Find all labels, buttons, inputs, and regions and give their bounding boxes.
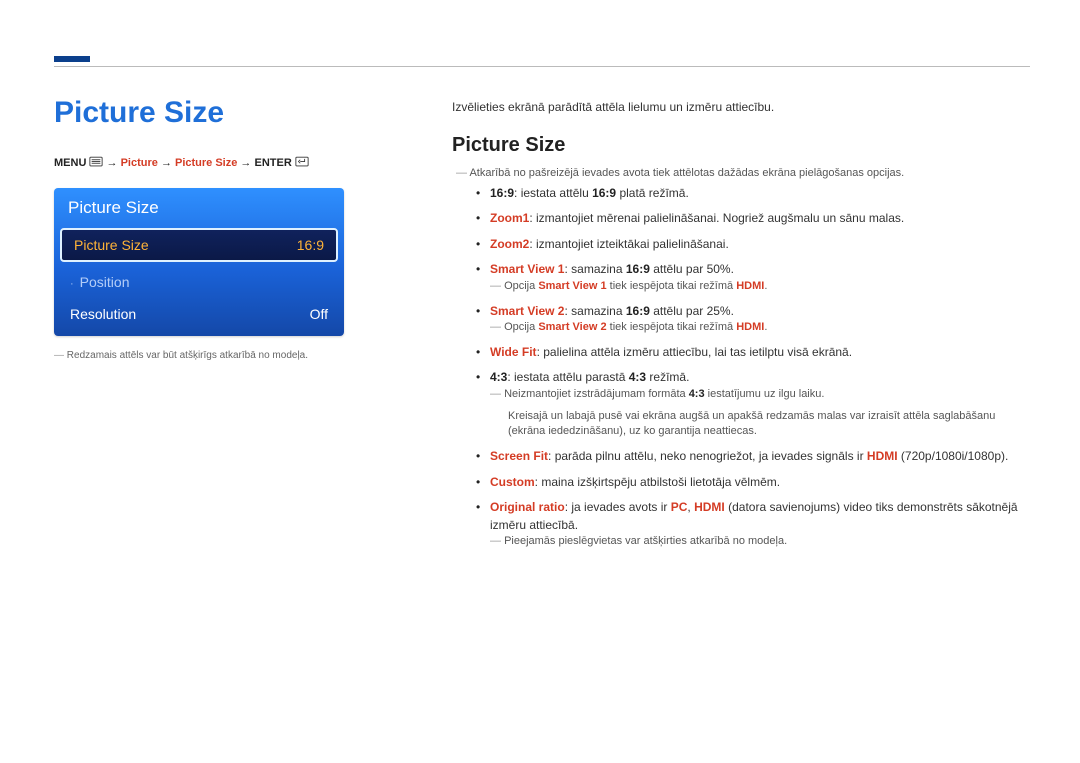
osd-row-label: Picture Size [74, 237, 149, 253]
breadcrumb-enter-label: ENTER [254, 157, 291, 169]
breadcrumb-sep-2: → [161, 157, 172, 169]
enter-icon [295, 156, 309, 170]
feature-4-3: 4:3: iestata attēlu parastā 4:3 režīmā. … [476, 369, 1030, 440]
feature-name: Smart View 2 [490, 304, 564, 318]
feature-custom: Custom: maina izšķirtspēju atbilstoši li… [476, 474, 1030, 491]
ports-note: Pieejamās pieslēgvietas var atšķirties a… [490, 534, 1030, 550]
feature-name: Screen Fit [490, 449, 548, 463]
feature-wide-fit: Wide Fit: palielina attēla izmēru attiec… [476, 344, 1030, 361]
section-note: Atkarībā no pašreizējā ievades avota tie… [456, 167, 1030, 179]
breadcrumb-menu-label: MENU [54, 157, 86, 169]
feature-name: Original ratio [490, 500, 565, 514]
left-column: Picture Size MENU → Picture → Picture Si… [54, 96, 344, 361]
menu-icon [89, 156, 103, 170]
breadcrumb: MENU → Picture → Picture Size → ENTER [54, 156, 344, 170]
osd-row-value: Off [310, 306, 328, 322]
feature-name: Custom [490, 475, 535, 489]
page-title: Picture Size [54, 96, 344, 130]
section-title: Picture Size [452, 134, 1030, 157]
smart-view-1-note: Opcija Smart View 1 tiek iespējota tikai… [490, 279, 1030, 295]
feature-zoom2: Zoom2: izmantojiet izteiktākai palielinā… [476, 236, 1030, 253]
feature-name: 4:3 [490, 370, 507, 384]
feature-smart-view-1: Smart View 1: samazina 16:9 attēlu par 5… [476, 261, 1030, 294]
right-column: Izvēlieties ekrānā parādītā attēla lielu… [452, 100, 1030, 558]
osd-row-value: 16:9 [297, 237, 324, 253]
feature-4-3-note: Neizmantojiet izstrādājumam formāta 4:3 … [490, 387, 1030, 403]
feature-name: Zoom1 [490, 211, 529, 225]
feature-original-ratio: Original ratio: ja ievades avots ir PC, … [476, 499, 1030, 550]
breadcrumb-sep-3: → [240, 157, 251, 169]
feature-name: Wide Fit [490, 345, 537, 359]
model-note: Redzamais attēls var būt atšķirīgs atkar… [54, 350, 344, 361]
header-mark [54, 56, 90, 62]
osd-row-position[interactable]: ·Position [54, 266, 344, 298]
feature-screen-fit: Screen Fit: parāda pilnu attēlu, neko ne… [476, 448, 1030, 465]
osd-footer [54, 330, 344, 336]
header-rule [54, 66, 1030, 67]
osd-row-picture-size[interactable]: Picture Size 16:9 [60, 228, 338, 262]
osd-panel: Picture Size Picture Size 16:9 ·Position… [54, 188, 344, 336]
feature-name: Zoom2 [490, 237, 529, 251]
osd-row-label: Resolution [70, 306, 136, 322]
feature-list: 16:9: iestata attēlu 16:9 platā režīmā. … [476, 185, 1030, 550]
feature-4-3-warning: Kreisajā un labajā pusē vai ekrāna augšā… [508, 409, 1030, 441]
feature-zoom1: Zoom1: izmantojiet mērenai palielināšana… [476, 210, 1030, 227]
osd-row-label: ·Position [70, 274, 129, 290]
osd-title: Picture Size [54, 188, 344, 228]
feature-16-9: 16:9: iestata attēlu 16:9 platā režīmā. [476, 185, 1030, 202]
osd-row-resolution[interactable]: Resolution Off [54, 298, 344, 330]
breadcrumb-sep-1: → [107, 157, 118, 169]
caret-right-icon: · [70, 278, 74, 290]
breadcrumb-picture-size: Picture Size [175, 157, 237, 169]
smart-view-2-note: Opcija Smart View 2 tiek iespējota tikai… [490, 320, 1030, 336]
feature-name: 16:9 [490, 186, 514, 200]
breadcrumb-picture: Picture [121, 157, 158, 169]
feature-name: Smart View 1 [490, 262, 564, 276]
intro-text: Izvēlieties ekrānā parādītā attēla lielu… [452, 100, 1030, 114]
feature-smart-view-2: Smart View 2: samazina 16:9 attēlu par 2… [476, 303, 1030, 336]
